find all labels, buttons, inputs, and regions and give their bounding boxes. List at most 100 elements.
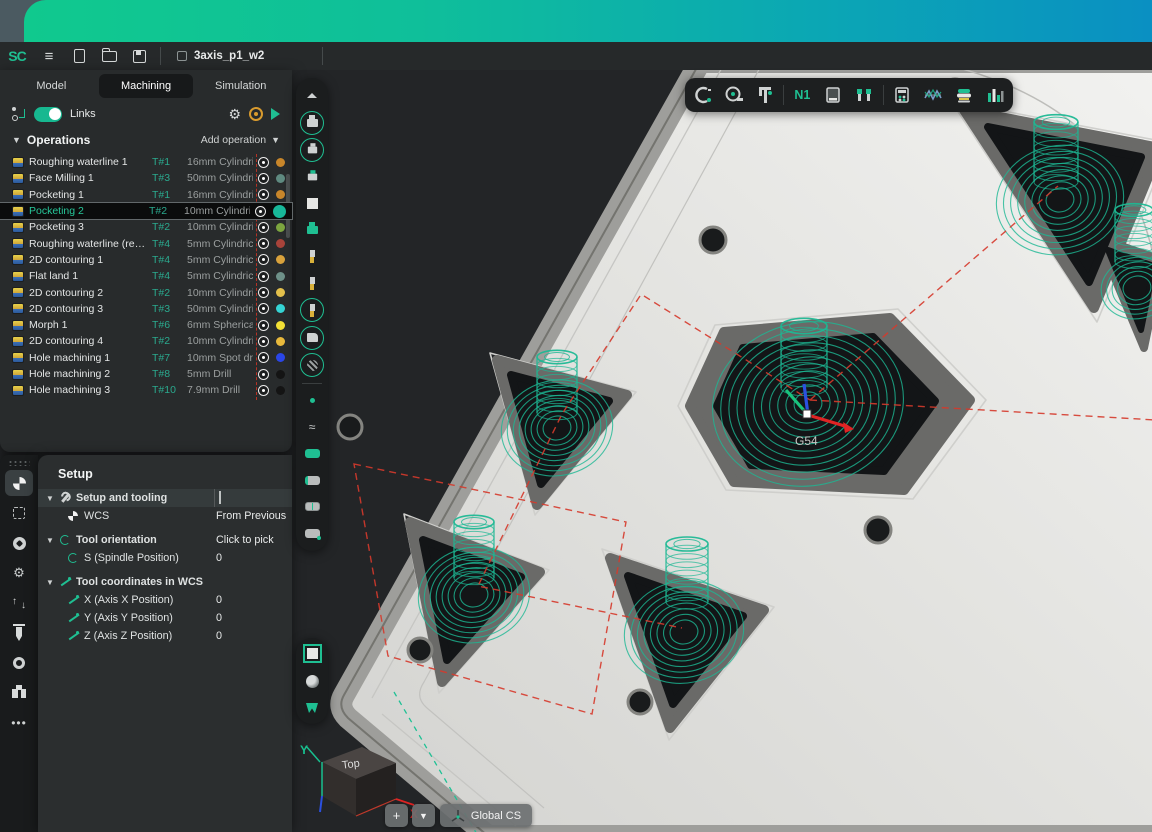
fit-view-button[interactable] — [300, 642, 324, 665]
operation-row[interactable]: 2D contouring 4 T#2 10mm Cylindri — [0, 333, 292, 349]
tooling-button[interactable] — [851, 82, 877, 108]
operation-row[interactable]: Roughing waterline (rest... T#4 5mm Cyli… — [0, 235, 292, 251]
caliper-button[interactable] — [752, 82, 778, 108]
chevron-down-icon[interactable]: ▼ — [46, 536, 58, 545]
operation-row[interactable]: Flat land 1 T#4 5mm Cylindric — [0, 268, 292, 284]
scroll-up-button[interactable] — [300, 84, 324, 107]
operation-visibility-radio[interactable] — [258, 352, 269, 363]
cs-dropdown-button[interactable]: ▼ — [412, 804, 435, 827]
save-file-button[interactable] — [124, 44, 154, 68]
show-workpiece-button[interactable] — [300, 192, 324, 215]
show-toolpath-button[interactable] — [300, 442, 324, 465]
operation-visibility-radio[interactable] — [255, 206, 266, 217]
operation-row[interactable]: Roughing waterline 1 T#1 16mm Cylindri — [0, 154, 292, 170]
operation-visibility-radio[interactable] — [258, 173, 269, 184]
operation-color-dot[interactable] — [276, 353, 285, 362]
sidebar-selection-button[interactable] — [5, 500, 33, 526]
show-head-button[interactable] — [300, 166, 324, 189]
operation-row[interactable]: Pocketing 3 T#2 10mm Cylindri — [0, 219, 292, 235]
operation-row[interactable]: 2D contouring 2 T#2 10mm Cylindri — [0, 284, 292, 300]
nc-program-button[interactable]: N1 — [789, 82, 815, 108]
operation-color-dot[interactable] — [276, 239, 285, 248]
operation-visibility-radio[interactable] — [258, 189, 269, 200]
graph-button[interactable] — [920, 82, 946, 108]
orbit-view-button[interactable] — [300, 670, 324, 693]
setup-tooling-edit-cell[interactable] — [214, 489, 292, 507]
show-tool-button[interactable] — [300, 245, 324, 268]
operation-color-dot[interactable] — [276, 386, 285, 395]
operations-header[interactable]: ▼ Operations Add operation ▼ — [0, 128, 292, 152]
show-grid-surface-button[interactable] — [300, 495, 324, 518]
axis-z-row[interactable]: Z (Axis Z Position) 0 — [38, 627, 292, 645]
show-surface-button[interactable] — [300, 469, 324, 492]
operation-row[interactable]: Pocketing 2 T#2 10mm Cylindri — [0, 203, 292, 219]
operation-color-dot[interactable] — [276, 158, 285, 167]
operation-color-dot[interactable] — [276, 174, 285, 183]
sidebar-more-button[interactable]: ••• — [5, 710, 33, 736]
operation-row[interactable]: Hole machining 3 T#10 7.9mm Drill — [0, 382, 292, 398]
run-simulation-icon[interactable] — [271, 108, 280, 120]
operation-visibility-radio[interactable] — [258, 336, 269, 347]
operation-color-dot[interactable] — [273, 205, 286, 218]
workpiece-button[interactable] — [820, 82, 846, 108]
document-checkbox-icon[interactable] — [177, 51, 187, 61]
axis-x-row[interactable]: X (Axis X Position) 0 — [38, 591, 292, 609]
new-file-button[interactable] — [64, 44, 94, 68]
show-machine-schematic-button[interactable] — [300, 138, 324, 162]
axis-y-row[interactable]: Y (Axis Y Position) 0 — [38, 609, 292, 627]
operation-visibility-radio[interactable] — [258, 271, 269, 282]
sidebar-turning-button[interactable] — [5, 650, 33, 676]
operation-visibility-radio[interactable] — [258, 254, 269, 265]
show-points-button[interactable] — [300, 389, 324, 412]
chevron-down-icon[interactable]: ▼ — [46, 578, 58, 587]
layers-button[interactable] — [951, 82, 977, 108]
operation-visibility-radio[interactable] — [258, 287, 269, 298]
tab-simulation[interactable]: Simulation — [193, 74, 288, 98]
setup-tooling-group[interactable]: ▼ Setup and tooling — [38, 489, 292, 507]
main-menu-button[interactable]: ≡ — [34, 44, 64, 68]
add-cs-button[interactable]: + — [385, 804, 408, 827]
spindle-position-value[interactable]: 0 — [216, 552, 292, 564]
operation-row[interactable]: 2D contouring 1 T#4 5mm Cylindric — [0, 252, 292, 268]
operation-color-dot[interactable] — [276, 288, 285, 297]
calculator-button[interactable] — [889, 82, 915, 108]
operation-row[interactable]: 2D contouring 3 T#3 50mm Cylindri — [0, 301, 292, 317]
operation-row[interactable]: Hole machining 1 T#7 10mm Spot dr — [0, 350, 292, 366]
show-holder-button[interactable] — [300, 298, 324, 322]
operation-color-dot[interactable] — [276, 223, 285, 232]
statistics-button[interactable] — [982, 82, 1008, 108]
show-machine-button[interactable] — [300, 111, 324, 135]
app-logo[interactable]: SC — [0, 42, 34, 70]
sidebar-reorder-button[interactable] — [5, 590, 33, 616]
operation-visibility-radio[interactable] — [258, 320, 269, 331]
operation-visibility-radio[interactable] — [258, 303, 269, 314]
drag-handle[interactable] — [8, 460, 30, 466]
operation-visibility-radio[interactable] — [258, 385, 269, 396]
operation-color-dot[interactable] — [276, 272, 285, 281]
show-drill-button[interactable] — [300, 272, 324, 295]
show-curves-button[interactable]: ≈ — [300, 416, 324, 439]
viewport-3d[interactable]: G54 — [292, 70, 1152, 832]
sidebar-fixture-button[interactable] — [5, 680, 33, 706]
wcs-value[interactable]: From Previous — [216, 510, 292, 522]
operation-color-dot[interactable] — [276, 304, 285, 313]
links-selector-icon[interactable] — [12, 107, 26, 121]
add-operation-button[interactable]: Add operation ▼ — [201, 134, 280, 146]
recalculate-icon[interactable] — [249, 107, 263, 121]
view-flag-button[interactable] — [300, 697, 324, 720]
operation-visibility-radio[interactable] — [258, 369, 269, 380]
wcs-row[interactable]: WCS From Previous — [38, 507, 292, 525]
sidebar-navigate-button[interactable] — [5, 530, 33, 556]
tool-coordinates-group[interactable]: ▼ Tool coordinates in WCS — [38, 573, 292, 591]
document-tab[interactable]: 3axis_p1_w2 — [167, 42, 274, 70]
show-mesh-button[interactable] — [300, 353, 324, 377]
operation-row[interactable]: Hole machining 2 T#8 5mm Drill — [0, 366, 292, 382]
show-fixture-button[interactable] — [300, 219, 324, 242]
show-contact-point-button[interactable] — [300, 522, 324, 545]
tool-orientation-value[interactable]: Click to pick — [216, 534, 292, 546]
gear-icon[interactable]: ⚙ — [228, 106, 241, 123]
show-part-button[interactable] — [300, 326, 324, 350]
sidebar-tool-button[interactable] — [5, 620, 33, 646]
add-operation-dropdown-icon[interactable]: ▼ — [271, 135, 280, 145]
operation-color-dot[interactable] — [276, 370, 285, 379]
